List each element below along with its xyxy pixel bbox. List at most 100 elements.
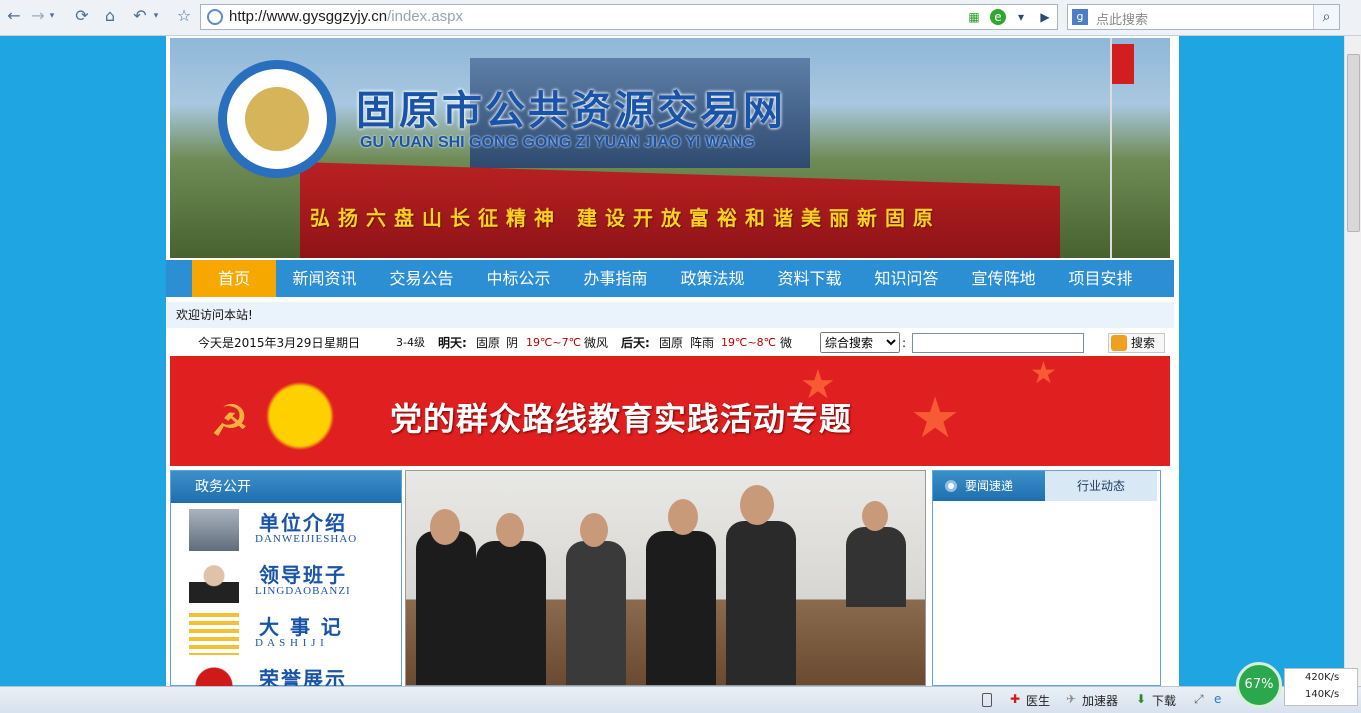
- accelerator-label[interactable]: 加速器: [1082, 692, 1118, 709]
- chronicle-label: 大 事 记: [259, 615, 343, 639]
- device-icon[interactable]: [982, 693, 992, 707]
- site-title: 固原市公共资源交易网: [356, 88, 786, 134]
- tomorrow-label: 明天:: [438, 336, 467, 350]
- site-banner: 固原市公共资源交易网 GU YUAN SHI GONG GONG ZI YUAN…: [170, 38, 1170, 258]
- globe-icon: [207, 9, 223, 25]
- search-engine-icon[interactable]: g: [1072, 9, 1088, 25]
- after-wind: 微: [780, 336, 793, 350]
- download-speed: 140K/s: [1305, 689, 1340, 700]
- bullet-icon: [945, 480, 957, 492]
- search-type-select[interactable]: 综合搜索: [820, 332, 900, 353]
- go-arrow-icon[interactable]: ▶: [1037, 9, 1053, 25]
- date-text: 今天是2015年3月29日: [198, 336, 324, 350]
- unit-intro-pinyin: DANWEIJIESHAO: [255, 533, 358, 545]
- history-dropdown-icon[interactable]: ▾: [46, 4, 58, 28]
- red-flag: [1112, 44, 1134, 84]
- link-leadership[interactable]: 领导班子 LINGDAOBANZI: [171, 555, 401, 607]
- info-bar: 今天是2015年3月29日 星期日 3-4级 明天: 固原 阴 19℃~7℃ 微…: [166, 330, 1174, 356]
- nav-item-downloads[interactable]: 资料下载: [761, 260, 858, 297]
- site-logo-icon: [218, 60, 336, 178]
- address-dropdown-icon[interactable]: ▾: [1013, 9, 1029, 25]
- undo-icon[interactable]: ↶: [128, 4, 152, 28]
- nav-item-guide[interactable]: 办事指南: [567, 260, 664, 297]
- browser-search-box[interactable]: g 点此搜索 ⌕: [1067, 4, 1340, 30]
- wind-level: 3-4级: [396, 336, 425, 349]
- nav-item-projects[interactable]: 项目安排: [1052, 260, 1149, 297]
- chronicle-icon: [189, 613, 239, 655]
- person-head: [430, 509, 460, 545]
- link-honors[interactable]: 荣誉展示: [171, 659, 401, 686]
- colon-label: :: [902, 336, 907, 350]
- person-head: [862, 501, 888, 531]
- home-icon[interactable]: ⌂: [98, 4, 122, 28]
- nav-item-home[interactable]: 首页: [192, 260, 276, 297]
- person-head: [740, 485, 774, 525]
- site-search-button[interactable]: 搜索: [1108, 333, 1165, 353]
- person-figure: [476, 541, 546, 685]
- person-figure: [726, 521, 796, 685]
- browser-status-bar: ✚ 医生 ✈ 加速器 ⬇ 下载 ⤢ e: [0, 686, 1361, 713]
- honors-label: 荣誉展示: [259, 667, 347, 686]
- search-icon[interactable]: ⌕: [1313, 5, 1339, 29]
- qr-code-icon[interactable]: ▦: [966, 9, 982, 25]
- zoom-icon[interactable]: ⤢: [1194, 692, 1204, 707]
- download-label[interactable]: 下载: [1152, 692, 1176, 709]
- magnifier-icon: [1111, 335, 1127, 351]
- person-figure: [566, 541, 626, 685]
- site-search-input[interactable]: [912, 333, 1084, 353]
- honor-medal-icon: [189, 665, 239, 686]
- person-figure: [846, 527, 906, 607]
- news-photo[interactable]: [405, 470, 926, 686]
- doctor-icon[interactable]: ✚: [1010, 692, 1020, 706]
- link-chronicle[interactable]: 大 事 记 D A S H I J I: [171, 607, 401, 659]
- news-tabs: 要闻速递 行业动态: [933, 471, 1160, 501]
- url-host: http://www.gysggzyjy.cn: [229, 8, 388, 25]
- nav-item-publicity[interactable]: 宣传阵地: [955, 260, 1052, 297]
- banner-slogan: 弘扬六盘山长征精神 建设开放富裕和谐美丽新固原: [310, 206, 941, 230]
- promo-banner[interactable]: ★ ★ ★ ☭ 党的群众路线教育实践活动专题: [170, 356, 1170, 466]
- doctor-label[interactable]: 医生: [1026, 692, 1050, 709]
- person-figure: [416, 531, 476, 685]
- search-button-label: 搜索: [1131, 336, 1156, 350]
- download-icon[interactable]: ⬇: [1136, 692, 1146, 706]
- star-icon: ★: [910, 386, 961, 451]
- star-icon: ★: [1030, 356, 1057, 391]
- nav-item-announcements[interactable]: 交易公告: [373, 260, 470, 297]
- memory-gauge[interactable]: 67%: [1236, 662, 1282, 708]
- after-city: 固原: [659, 336, 684, 350]
- main-nav: 首页 新闻资讯 交易公告 中标公示 办事指南 政策法规 资料下载 知识问答 宣传…: [166, 260, 1174, 297]
- news-tabs-panel: 要闻速递 行业动态: [932, 470, 1161, 686]
- leadership-pinyin: LINGDAOBANZI: [255, 585, 351, 597]
- nav-item-faq[interactable]: 知识问答: [858, 260, 955, 297]
- network-speed-widget[interactable]: 420K/s 140K/s: [1284, 668, 1358, 706]
- scrollbar-thumb[interactable]: [1347, 54, 1360, 232]
- tab-industry-news[interactable]: 行业动态: [1045, 471, 1157, 501]
- favorite-star-icon[interactable]: ☆: [172, 4, 196, 28]
- ie-icon[interactable]: e: [1214, 692, 1221, 706]
- vertical-scrollbar[interactable]: [1344, 36, 1361, 686]
- tomorrow-city: 固原: [476, 336, 501, 350]
- undo-dropdown-icon[interactable]: ▾: [150, 4, 162, 28]
- link-unit-intro[interactable]: 单位介绍 DANWEIJIESHAO: [171, 503, 401, 555]
- back-arrow-icon[interactable]: ←: [2, 4, 26, 28]
- refresh-icon[interactable]: ⟳: [70, 4, 94, 28]
- building-icon: [189, 509, 239, 551]
- chronicle-pinyin: D A S H I J I: [255, 637, 325, 649]
- tomorrow-wind: 微风: [584, 336, 609, 350]
- nav-item-policy[interactable]: 政策法规: [664, 260, 761, 297]
- search-placeholder: 点此搜索: [1096, 13, 1149, 28]
- gov-affairs-panel: 政务公开 单位介绍 DANWEIJIESHAO 领导班子 LINGDAOBANZ…: [170, 470, 402, 686]
- tab-headline-news[interactable]: 要闻速递: [933, 471, 1045, 501]
- ie-mode-icon[interactable]: e: [990, 9, 1006, 25]
- page-content: 固原市公共资源交易网 GU YUAN SHI GONG GONG ZI YUAN…: [166, 36, 1179, 686]
- nav-item-news[interactable]: 新闻资讯: [276, 260, 373, 297]
- accelerator-icon[interactable]: ✈: [1066, 692, 1076, 706]
- nav-item-bid-results[interactable]: 中标公示: [470, 260, 567, 297]
- tab-headline-label: 要闻速递: [965, 479, 1014, 493]
- address-url[interactable]: http://www.gysggzyjy.cn/index.aspx: [229, 8, 463, 25]
- person-head: [580, 513, 608, 547]
- address-bar[interactable]: http://www.gysggzyjy.cn/index.aspx ▦ e ▾…: [200, 4, 1058, 30]
- leader-icon: [189, 561, 239, 603]
- tomorrow-weather: 阴: [506, 336, 519, 350]
- scales-emblem: [245, 87, 309, 151]
